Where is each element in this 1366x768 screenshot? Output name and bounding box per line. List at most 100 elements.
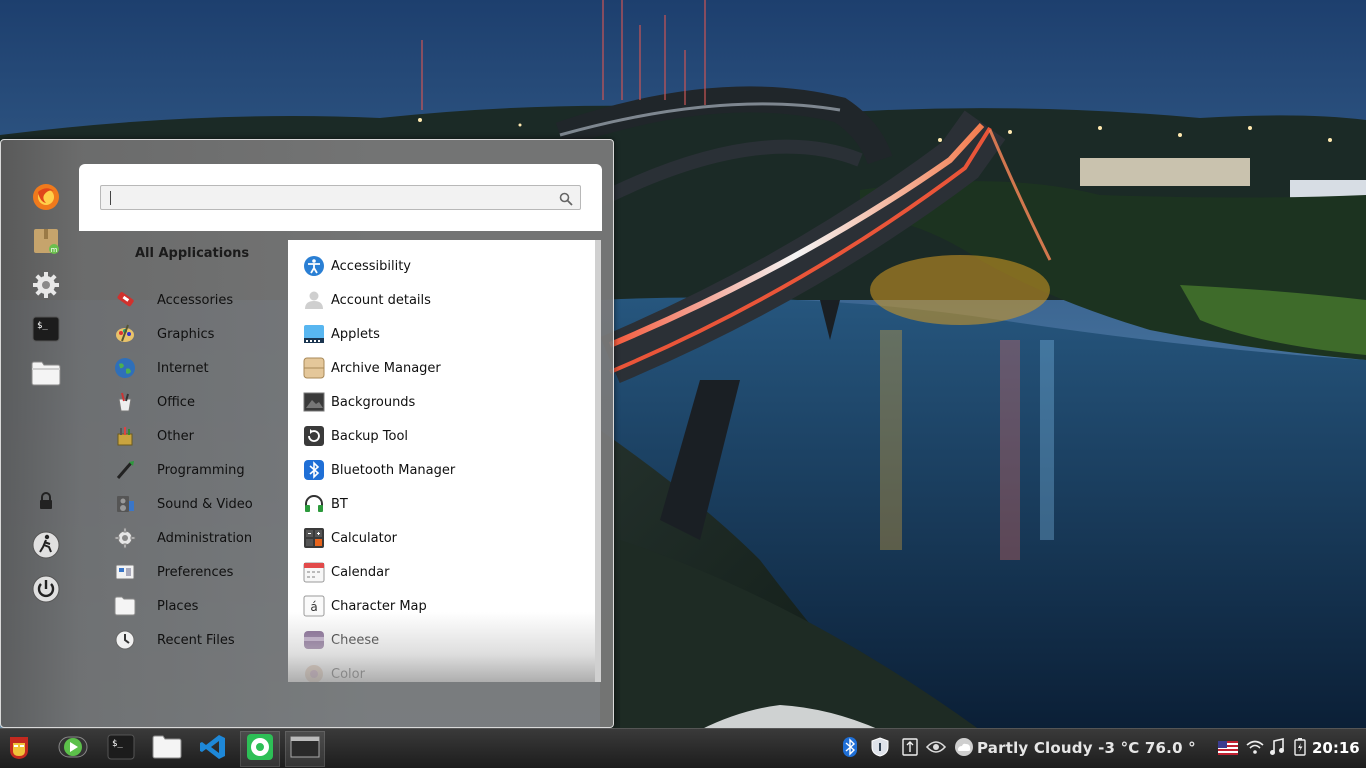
account-icon <box>302 288 326 312</box>
folder-icon <box>152 735 182 763</box>
app-color[interactable]: Color <box>302 660 582 682</box>
menu-launcher[interactable] <box>2 733 36 765</box>
category-graphics[interactable]: Graphics <box>113 320 283 348</box>
tray-sound[interactable] <box>1267 738 1287 759</box>
tray-keyboard-layout[interactable] <box>1218 739 1238 759</box>
tray-bluetooth[interactable] <box>840 737 860 761</box>
launcher-media-player[interactable] <box>56 733 90 765</box>
applications-scrollbar[interactable] <box>595 240 601 682</box>
category-preferences[interactable]: Preferences <box>113 558 283 586</box>
weather-status[interactable]: Partly Cloudy -3 °C 76.0 ° <box>977 739 1196 757</box>
category-other[interactable]: Other <box>113 422 283 450</box>
favorite-files[interactable] <box>29 356 63 390</box>
application-menu: m $_ All Applications Accessories Graphi… <box>0 139 614 728</box>
other-icon <box>113 424 137 448</box>
accessories-icon <box>113 288 137 312</box>
category-label: Sound & Video <box>157 496 253 512</box>
launcher-terminal[interactable]: $_ <box>104 733 138 765</box>
tray-keyboard[interactable] <box>900 738 920 759</box>
launcher-vscode[interactable] <box>196 733 230 765</box>
tray-shield[interactable] <box>870 737 890 761</box>
preferences-icon <box>113 560 137 584</box>
gear-icon <box>32 271 60 299</box>
category-label: Internet <box>157 360 209 376</box>
category-accessories[interactable]: Accessories <box>113 286 283 314</box>
tray-network[interactable] <box>1245 739 1265 759</box>
firefox-icon <box>32 183 60 211</box>
app-backup-tool[interactable]: Backup Tool <box>302 422 582 450</box>
category-label: Recent Files <box>157 632 235 648</box>
shield-icon <box>871 737 889 761</box>
cheese-icon <box>302 628 326 652</box>
category-label: Places <box>157 598 199 614</box>
lock-screen-button[interactable] <box>29 484 63 518</box>
category-programming[interactable]: Programming <box>113 456 283 484</box>
calculator-icon <box>302 526 326 550</box>
app-bluetooth-manager[interactable]: Bluetooth Manager <box>302 456 582 484</box>
logout-button[interactable] <box>29 528 63 562</box>
app-accessibility[interactable]: Accessibility <box>302 252 582 280</box>
category-administration[interactable]: Administration <box>113 524 283 552</box>
terminal-icon: $_ <box>32 315 60 343</box>
favorite-system-settings[interactable] <box>29 268 63 302</box>
category-label: Office <box>157 394 195 410</box>
app-label: BT <box>331 496 348 512</box>
app-account-details[interactable]: Account details <box>302 286 582 314</box>
app-calculator[interactable]: Calculator <box>302 524 582 552</box>
office-icon <box>113 390 137 414</box>
svg-text:m: m <box>51 246 58 254</box>
favorite-terminal[interactable]: $_ <box>29 312 63 346</box>
app-character-map[interactable]: á Character Map <box>302 592 582 620</box>
category-internet[interactable]: Internet <box>113 354 283 382</box>
window-chrome[interactable] <box>240 731 280 767</box>
app-cheese[interactable]: Cheese <box>302 626 582 654</box>
app-backgrounds[interactable]: Backgrounds <box>302 388 582 416</box>
quit-button[interactable] <box>29 572 63 606</box>
tray-power[interactable] <box>1290 738 1310 759</box>
launcher-files[interactable] <box>150 733 184 765</box>
chrome-icon <box>246 733 274 765</box>
app-label: Cheese <box>331 632 380 648</box>
app-label: Calculator <box>331 530 398 546</box>
wifi-icon <box>1246 739 1264 759</box>
app-calendar[interactable]: Calendar <box>302 558 582 586</box>
bluetooth-icon <box>843 737 857 761</box>
app-label: Accessibility <box>331 258 411 274</box>
category-places[interactable]: Places <box>113 592 283 620</box>
logout-icon <box>31 530 61 560</box>
nvidia-icon <box>925 739 947 759</box>
search-icon[interactable] <box>559 191 573 206</box>
category-all-applications[interactable]: All Applications <box>135 246 249 261</box>
administration-icon <box>113 526 137 550</box>
vscode-icon <box>199 733 227 765</box>
window-terminal[interactable] <box>285 731 325 767</box>
terminal-icon: $_ <box>107 733 135 765</box>
media-player-icon <box>57 733 89 765</box>
backup-icon <box>302 424 326 448</box>
backgrounds-icon <box>302 390 326 414</box>
lock-icon <box>37 491 55 511</box>
category-label: Graphics <box>157 326 215 342</box>
app-label: Backup Tool <box>331 428 409 444</box>
app-label: Calendar <box>331 564 390 580</box>
category-label: Programming <box>157 462 245 478</box>
taskbar: $_ Partly Cloudy -3 °C 76.0 ° 20:16 <box>0 728 1366 768</box>
tray-nvidia[interactable] <box>925 739 947 759</box>
app-applets[interactable]: Applets <box>302 320 582 348</box>
accessibility-icon <box>302 254 326 278</box>
favorite-firefox[interactable] <box>29 180 63 214</box>
package-icon: m <box>32 227 60 255</box>
category-recent-files[interactable]: Recent Files <box>113 626 283 654</box>
favorite-software-manager[interactable]: m <box>29 224 63 258</box>
app-archive-manager[interactable]: Archive Manager <box>302 354 582 382</box>
search-panel <box>79 164 602 231</box>
app-label: Backgrounds <box>331 394 416 410</box>
clock[interactable]: 20:16 <box>1312 739 1360 757</box>
tray-weather[interactable] <box>954 738 974 759</box>
category-label: Preferences <box>157 564 234 580</box>
app-bt[interactable]: BT <box>302 490 582 518</box>
app-label: Account details <box>331 292 431 308</box>
search-input[interactable] <box>100 185 581 210</box>
category-office[interactable]: Office <box>113 388 283 416</box>
category-sound-video[interactable]: Sound & Video <box>113 490 283 518</box>
